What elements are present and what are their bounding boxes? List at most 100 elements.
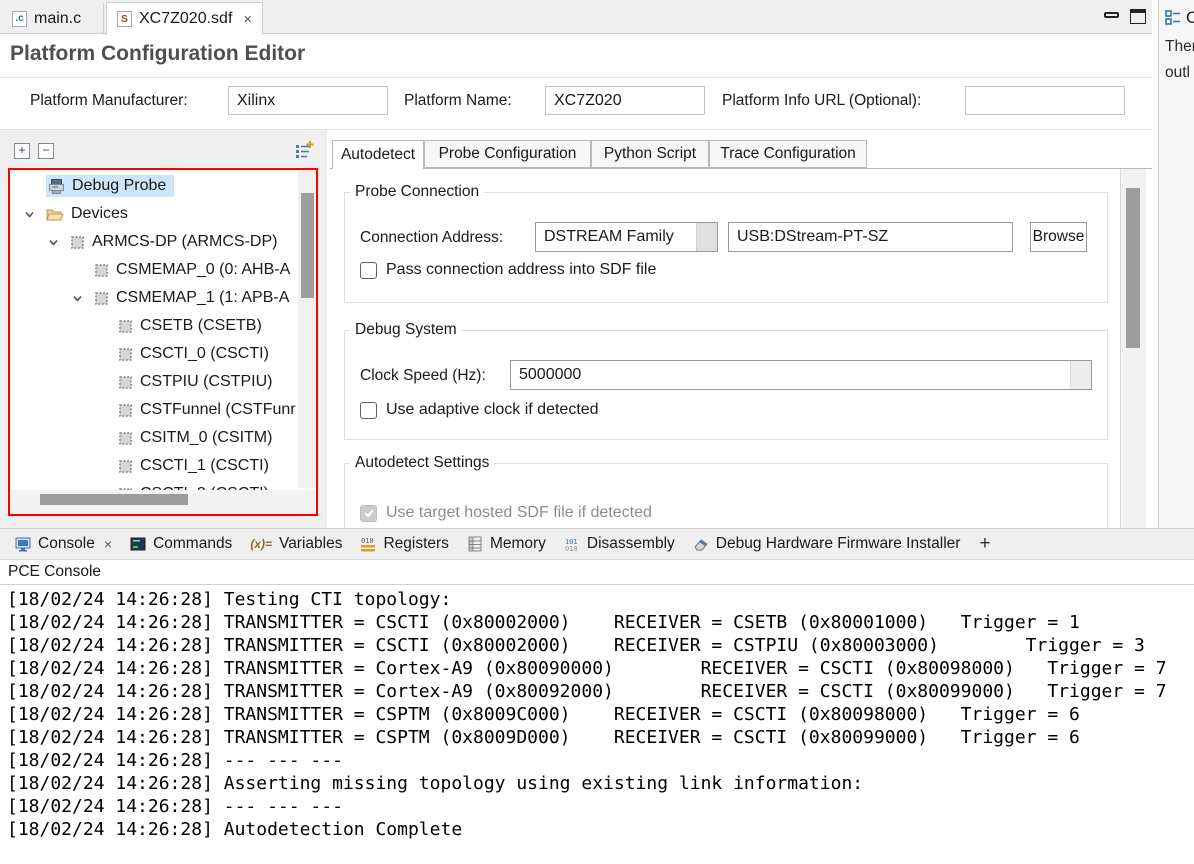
connection-address-input[interactable]: USB:DStream-PT-SZ [728,222,1013,252]
maximize-icon[interactable] [1130,9,1146,24]
tab-commands[interactable]: Commands [123,529,239,559]
expand-all-icon[interactable]: + [14,143,30,159]
browse-button[interactable]: Browse [1030,222,1087,252]
tab-label: Python Script [604,145,696,163]
chip-icon [94,263,109,278]
console-line: [18/02/24 14:26:28] TRANSMITTER = Cortex… [7,658,1167,679]
tab-autodetect[interactable]: Autodetect [332,140,424,169]
dropdown-arrow-area[interactable] [696,223,717,251]
add-device-icon[interactable] [294,140,314,160]
firmware-installer-icon [693,536,709,552]
console-line: [18/02/24 14:26:28] TRANSMITTER = Cortex… [7,681,1167,702]
adaptive-clock-checkbox[interactable] [360,402,377,419]
target-hosted-sdf-checkbox[interactable] [360,505,377,522]
svg-text:010: 010 [565,545,578,552]
probe-connection-title: Probe Connection [350,183,484,201]
tree-item-label: CSMEMAP_1 (1: APB-A [116,289,289,307]
svg-text:010: 010 [361,537,374,545]
chevron-down-icon[interactable] [48,237,70,248]
add-view-button[interactable]: + [971,533,998,555]
tree-item-csitm-0[interactable]: CSITM_0 (CSITM) [10,424,298,452]
connection-family-select[interactable]: DSTREAM Family [535,222,718,252]
pass-address-label: Pass connection address into SDF file [386,261,656,279]
tab-label: Disassembly [587,535,675,553]
device-tree-panel: + − [0,130,327,528]
tree-item-label: CSCTI_0 (CSCTI) [140,345,269,363]
tab-debug-hw-firmware-installer[interactable]: Debug Hardware Firmware Installer [686,529,968,559]
sdf-file-icon: S [117,11,132,27]
console-line: [18/02/24 14:26:28] Testing CTI topology… [7,589,451,610]
console-area: Console × Commands (x)= Variables 010 [0,528,1194,864]
outline-panel: O Ther outl [1158,0,1194,530]
tree-item-cstpiu[interactable]: CSTPIU (CSTPIU) [10,368,298,396]
tab-label: Commands [153,535,232,553]
tree-item-csmemap-1[interactable]: CSMEMAP_1 (1: APB-A [10,284,298,312]
pass-address-checkbox-row[interactable]: Pass connection address into SDF file [360,261,656,279]
clock-speed-input[interactable]: 5000000 [510,360,1092,390]
divider [0,77,1152,78]
tab-python-script[interactable]: Python Script [591,140,709,168]
platform-manufacturer-input[interactable]: Xilinx [228,86,388,115]
tree-item-devices[interactable]: Devices [10,200,298,228]
console-line: [18/02/24 14:26:28] Autodetection Comple… [7,819,462,840]
chevron-down-icon[interactable] [72,293,94,304]
outline-title-fragment: O [1186,8,1194,28]
tree-item-csmemap-0[interactable]: CSMEMAP_0 (0: AHB-A [10,256,298,284]
tab-registers[interactable]: 010 Registers [353,529,455,559]
debug-system-title: Debug System [350,321,462,339]
tab-console[interactable]: Console × [8,529,119,559]
tab-label: Probe Configuration [439,145,577,163]
console-output[interactable]: [18/02/24 14:26:28] Testing CTI topology… [7,588,1167,841]
close-tab-icon[interactable]: × [243,11,252,28]
chip-icon [118,403,133,418]
tree-vertical-scrollbar-thumb[interactable] [301,193,314,298]
tab-label: Trace Configuration [720,145,856,163]
chip-icon [118,347,133,362]
platform-name-label: Platform Name: [404,92,512,110]
console-line: [18/02/24 14:26:28] TRANSMITTER = CSPTM … [7,704,1080,725]
target-hosted-sdf-checkbox-row[interactable]: Use target hosted SDF file if detected [360,504,652,522]
disassembly-icon: 101 010 [564,536,580,552]
console-line: [18/02/24 14:26:28] --- --- --- [7,750,343,771]
editor-tab-bar: .c main.c S XC7Z020.sdf × [0,0,1152,34]
target-hosted-sdf-label: Use target hosted SDF file if detected [386,504,652,522]
c-file-icon: .c [12,11,27,27]
platform-info-url-input[interactable] [965,86,1125,115]
tab-disassembly[interactable]: 101 010 Disassembly [557,529,682,559]
tab-variables[interactable]: (x)= Variables [243,529,349,559]
platform-config-editor-header: Platform Configuration Editor Platform M… [0,34,1152,130]
tree-horizontal-scrollbar-thumb[interactable] [40,494,188,505]
tree-item-cstfunnel[interactable]: CSTFunnel (CSTFunr [10,396,298,424]
tree-item-cscti-1[interactable]: CSCTI_1 (CSCTI) [10,452,298,480]
tree-item-label: Devices [71,205,128,223]
tab-label: Registers [383,535,448,553]
pass-address-checkbox[interactable] [360,262,377,279]
tree-item-label: CSMEMAP_0 (0: AHB-A [116,261,290,279]
page-title: Platform Configuration Editor [10,42,305,66]
tab-xc7z020-sdf[interactable]: S XC7Z020.sdf × [106,2,263,35]
tree-item-csetb[interactable]: CSETB (CSETB) [10,312,298,340]
tab-probe-configuration[interactable]: Probe Configuration [424,140,591,168]
tree-item-armcs-dp[interactable]: ARMCS-DP (ARMCS-DP) [10,228,298,256]
tab-main-c[interactable]: .c main.c [2,3,104,34]
tree-item-label: CSETB (CSETB) [140,317,262,335]
tree-item-label: CSCTI_1 (CSCTI) [140,457,269,475]
view-tab-bar: Console × Commands (x)= Variables 010 [0,528,1194,560]
tab-main-c-label: main.c [34,10,81,28]
close-console-icon[interactable]: × [104,536,112,552]
tree-item-cscti-2-partial[interactable]: CSCTI_2 (CSCTI) [10,480,298,490]
adaptive-clock-checkbox-row[interactable]: Use adaptive clock if detected [360,401,599,419]
autodetect-settings-title: Autodetect Settings [350,454,494,472]
chip-icon [118,319,133,334]
tab-trace-configuration[interactable]: Trace Configuration [709,140,867,168]
dropdown-arrow-area[interactable] [1070,361,1091,389]
tab-memory[interactable]: Memory [460,529,553,559]
platform-name-input[interactable]: XC7Z020 [545,86,705,115]
tree-item-cscti-0[interactable]: CSCTI_0 (CSCTI) [10,340,298,368]
collapse-all-icon[interactable]: − [38,143,54,159]
tree-item-debug-probe[interactable]: Debug Probe [10,172,298,200]
minimize-icon[interactable] [1104,12,1119,18]
console-line: [18/02/24 14:26:28] TRANSMITTER = CSCTI … [7,635,1145,656]
chevron-down-icon[interactable] [24,209,46,220]
editor-vertical-scrollbar-thumb[interactable] [1126,188,1140,348]
